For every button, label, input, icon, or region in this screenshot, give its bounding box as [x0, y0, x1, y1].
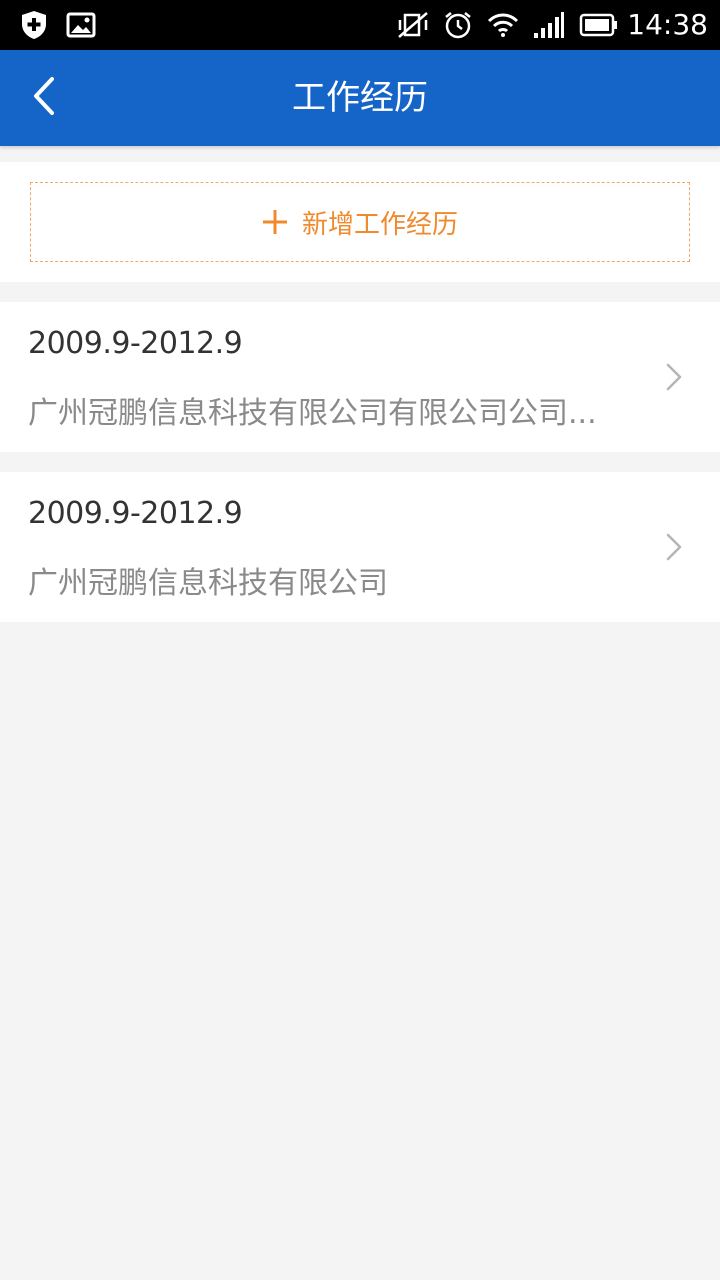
- add-work-experience-label: 新增工作经历: [301, 209, 458, 240]
- status-bar-left: [20, 10, 114, 40]
- add-section: 新增工作经历: [0, 162, 720, 282]
- shield-plus-icon: [20, 10, 48, 40]
- image-icon: [66, 12, 96, 38]
- plus-icon: [262, 209, 288, 235]
- job-company: 广州冠鹏信息科技有限公司有限公司公司...: [28, 396, 597, 431]
- job-list-item[interactable]: 2009.9-2012.9 广州冠鹏信息科技有限公司有限公司公司...: [0, 302, 720, 452]
- job-period: 2009.9-2012.9: [28, 496, 243, 531]
- wifi-icon: [487, 12, 519, 38]
- status-bar: 14:38: [0, 0, 720, 50]
- job-company: 广州冠鹏信息科技有限公司: [28, 566, 388, 601]
- app-bar: 工作经历: [0, 50, 720, 146]
- status-bar-right: 14:38: [383, 10, 708, 40]
- signal-icon: [533, 11, 565, 39]
- status-time: 14:38: [627, 8, 708, 41]
- job-list-item[interactable]: 2009.9-2012.9 广州冠鹏信息科技有限公司: [0, 472, 720, 622]
- chevron-right-icon: [664, 532, 684, 562]
- battery-icon: [579, 13, 619, 37]
- page-title: 工作经历: [292, 78, 428, 118]
- vibrate-off-icon: [397, 11, 429, 39]
- alarm-icon: [443, 10, 473, 40]
- chevron-right-icon: [664, 362, 684, 392]
- add-work-experience-button[interactable]: 新增工作经历: [30, 182, 690, 262]
- job-period: 2009.9-2012.9: [28, 326, 243, 361]
